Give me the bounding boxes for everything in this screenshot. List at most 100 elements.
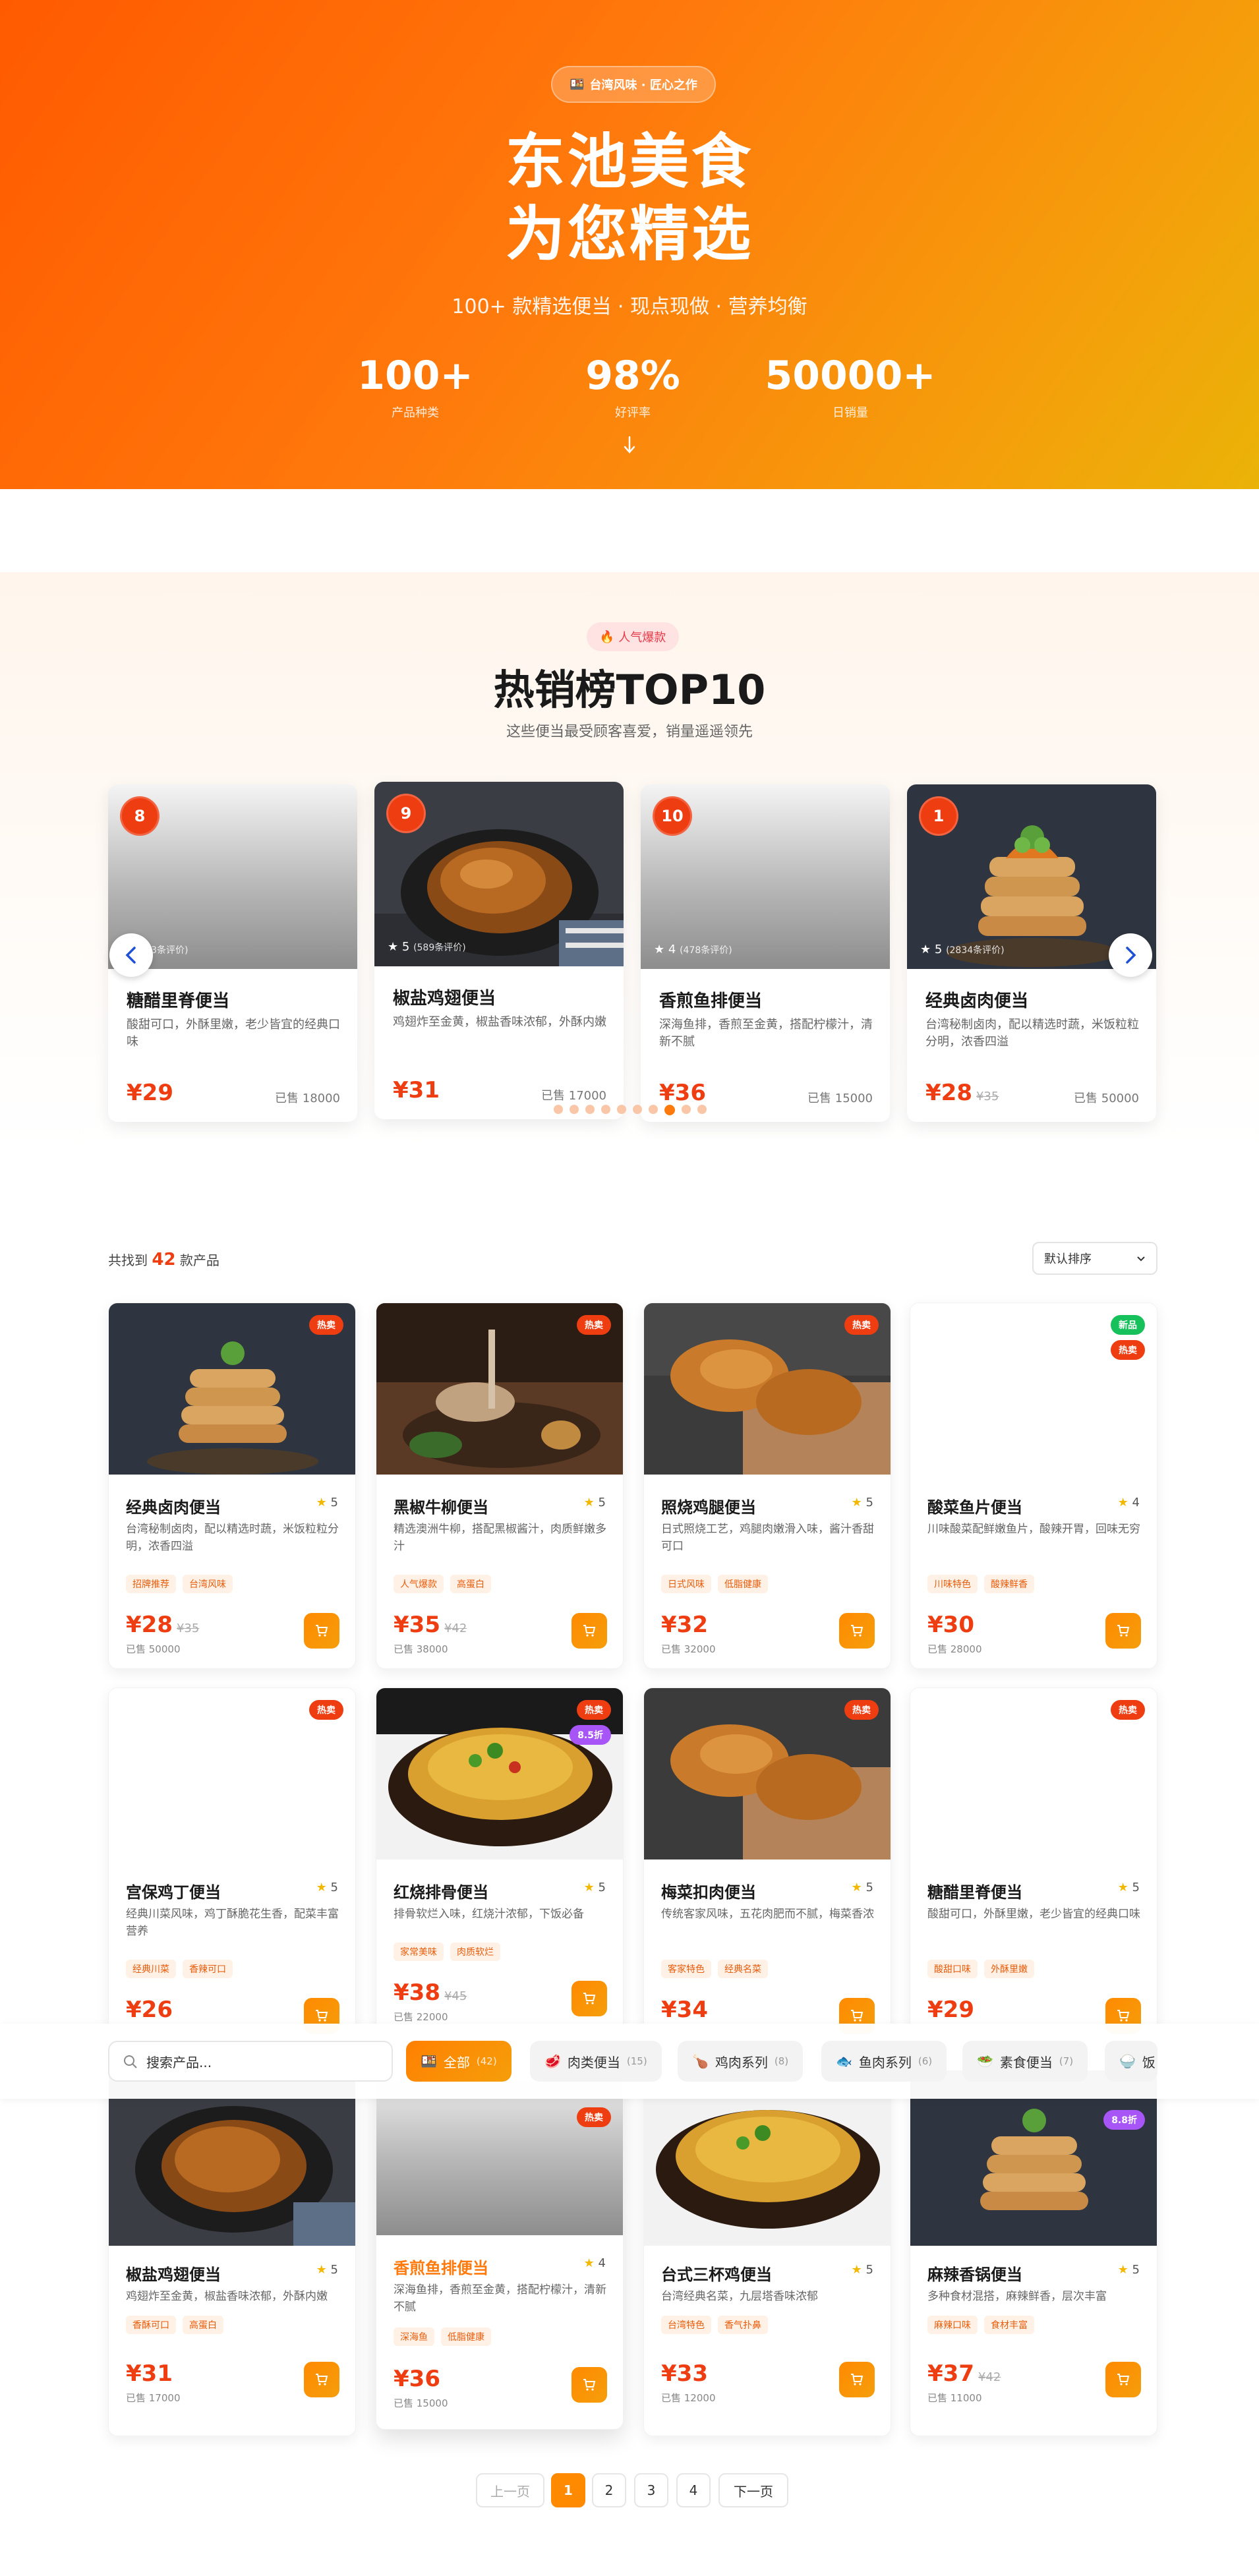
add-to-cart-button[interactable] [1105,1613,1141,1649]
product-price: ¥28 ¥35 [126,1612,199,1638]
card-desc: 台湾秘制卤肉，配以精选时蔬，米饭粒粒分明，浓香四溢 [925,1018,1139,1049]
product-card[interactable]: 热卖 糖醋里脊便当 ★ 5 酸甜可口，外酥里嫩，老少皆宜的经典口味 酸甜口味 外酥… [910,1687,1157,2054]
carousel-dot[interactable] [617,1105,626,1114]
chip-label: 肉类便当 [567,2054,620,2070]
add-to-cart-button[interactable] [571,1981,607,2016]
star-icon: ★ [316,1881,327,1894]
card-name: 椒盐鸡翅便当 [393,989,496,1009]
carousel-dot[interactable] [601,1105,610,1114]
add-to-cart-button[interactable] [304,1613,339,1649]
carousel-next-button[interactable] [1109,933,1152,977]
stat-label: 产品种类 [392,406,439,420]
category-chip-meat[interactable]: 🥩 肉类便当 (15) [530,2041,662,2082]
next-page-button[interactable]: 下一页 [718,2473,788,2507]
product-card[interactable]: 新品 热卖 酸菜鱼片便当 ★ 4 川味酸菜配鲜嫩鱼片，酸辣开胃，回味无穷 川味特… [910,1303,1157,1669]
product-card[interactable]: 热卖 梅菜扣肉便当 ★ 5 传统客家风味，五花肉肥而不腻，梅菜香浓 客家特色 经典… [643,1687,891,2054]
carousel-dot-active[interactable] [664,1105,675,1115]
hot-badge: 热卖 [844,1700,879,1720]
tag: 日式风味 [661,1575,711,1593]
product-rating: ★ 5 [1118,2263,1140,2277]
sold-count: 已售 15000 [807,1092,873,1105]
hot-badge-label: 人气爆款 [618,631,666,645]
product-desc: 酸甜可口，外酥里嫩，老少皆宜的经典口味 [927,1908,1140,1921]
add-to-cart-button[interactable] [571,2367,607,2403]
sold-count: 已售 18000 [275,1092,340,1105]
price-value: ¥37 [927,2360,974,2387]
product-card-hovered[interactable]: 热卖 香煎鱼排便当 ★ 4 深海鱼排，香煎至金黄，搭配柠檬汁，清新不腻 深海鱼低… [376,2063,624,2430]
product-tags: 日式风味 低脂健康 [661,1575,768,1593]
add-to-cart-button[interactable] [839,1613,875,1649]
carousel-dot[interactable] [697,1105,707,1114]
drumstick-icon: 🍗 [692,2053,709,2069]
rating-value: 5 [598,1496,606,1509]
hot-badge: 热卖 [309,1315,343,1335]
product-price: ¥37 ¥42 [927,2360,1001,2387]
rating-value: 4 [668,943,676,956]
add-to-cart-button[interactable] [839,2362,875,2397]
search-input[interactable]: 搜索产品... [108,2041,393,2082]
carousel-dot[interactable] [633,1105,642,1114]
page-button[interactable]: 3 [634,2473,668,2507]
product-card[interactable]: 椒盐鸡翅便当 ★ 5 鸡翅炸至金黄，椒盐香味浓郁，外酥内嫩 香酥可口 高蛋白 ¥3… [108,2070,356,2436]
sort-select[interactable]: 默认排序 [1032,1242,1157,1275]
price-value: ¥35 [394,1612,440,1638]
scroll-down-icon[interactable] [623,435,636,455]
rating-value: 5 [1132,2263,1140,2277]
product-price: ¥36 [394,2366,444,2392]
page-button-current[interactable]: 1 [551,2473,585,2507]
product-card[interactable]: 台式三杯鸡便当 ★ 5 台湾经典名菜，九层塔香味浓郁 台湾特色 香气扑鼻 ¥33 … [643,2070,891,2436]
price-value: ¥32 [661,1612,708,1638]
carousel-dot[interactable] [649,1105,658,1114]
add-to-cart-button[interactable] [1105,2362,1141,2397]
product-card[interactable]: 8.8折 麻辣香锅便当 ★ 5 多种食材混搭，麻辣鲜香，层次丰富 麻辣口味 食材丰… [910,2070,1157,2436]
product-price: ¥34 [661,1997,712,2023]
product-desc: 经典川菜风味，鸡丁酥脆花生香，配菜丰富营养 [126,1908,339,1938]
tag: 客家特色 [661,1960,711,1978]
page-button[interactable]: 4 [676,2473,711,2507]
product-tags: 酸甜口味 外酥里嫩 [927,1960,1034,1978]
category-chip-chicken[interactable]: 🍗 鸡肉系列 (8) [678,2041,804,2082]
discount-badge: 8.5折 [570,1725,611,1745]
hot-card[interactable]: 9 ★ 5 (589条评价) 椒盐鸡翅便当 鸡翅炸至金黄，椒盐香味浓郁，外酥内嫩… [374,782,624,1119]
hot-card[interactable]: 10 ★ 4 (478条评价) 香煎鱼排便当 深海鱼排，香煎至金黄，搭配柠檬汁，… [641,784,890,1122]
cart-icon [316,2374,328,2386]
product-card[interactable]: 热卖 8.5折 红烧排骨便当 ★ 5 排骨软烂入味，红烧汁浓郁，下饭必备 家常美… [376,1687,624,2054]
product-card[interactable]: 热卖 照烧鸡腿便当 ★ 5 日式照烧工艺，鸡腿肉嫩滑入味，酱汁香甜可口 日式风味… [643,1303,891,1669]
product-rating: ★ 5 [852,2263,873,2277]
star-icon: ★ [1117,1881,1128,1894]
add-to-cart-button[interactable] [571,1613,607,1649]
hero-subtitle: 100+ 款精选便当 · 现点现做 · 营养均衡 [452,295,807,318]
category-filter-bar: 搜索产品... 🍱 全部 (42) 🥩 肉类便当 (15) 🍗 鸡肉系列 (8)… [0,2024,1259,2099]
category-chip-fish[interactable]: 🐟 鱼肉系列 (6) [821,2041,947,2082]
product-card[interactable]: 热卖 黑椒牛柳便当 ★ 5 精选澳洲牛柳，搭配黑椒酱汁，肉质鲜嫩多汁 人气爆款高… [376,1303,624,1669]
card-price: ¥28 ¥35 [925,1080,999,1106]
category-chip-all[interactable]: 🍱 全部 (42) [406,2041,512,2082]
add-to-cart-button[interactable] [304,2362,339,2397]
carousel-prev-button[interactable] [109,933,153,977]
hero-title-line2: 为您精选 [506,200,753,269]
star-icon: ★ [1117,1496,1128,1509]
prev-page-button[interactable]: 上一页 [476,2473,544,2507]
star-icon: ★ [1117,2263,1128,2277]
product-name: 椒盐鸡翅便当 [126,2266,221,2284]
product-card[interactable]: 热卖 宫保鸡丁便当 ★ 5 经典川菜风味，鸡丁酥脆花生香，配菜丰富营养 经典川菜… [108,1687,356,2054]
discount-badge: 8.8折 [1103,2110,1145,2130]
category-chip-veggie[interactable]: 🥗 素食便当 (7) [962,2041,1088,2082]
result-suffix: 款产品 [179,1252,220,1268]
category-chip-rice[interactable]: 🍚 饭 [1105,2041,1157,2082]
star-icon: ★ [654,943,665,956]
hero-banner: 🍱 台湾风味 · 匠心之作 东池美食 为您精选 100+ 款精选便当 · 现点现… [0,0,1259,489]
carousel-dot[interactable] [585,1105,595,1114]
carousel-dot[interactable] [554,1105,563,1114]
rating-line: ★ 5 (589条评价) [388,940,466,954]
price-value: ¥26 [126,1997,173,2023]
page-button[interactable]: 2 [592,2473,626,2507]
product-tags: 川味特色 酸辣鲜香 [927,1575,1034,1593]
tag: 台湾特色 [661,2316,711,2334]
carousel-dot[interactable] [570,1105,579,1114]
fish-icon: 🐟 [836,2053,852,2069]
star-icon: ★ [851,1496,862,1509]
product-desc: 排骨软烂入味，红烧汁浓郁，下饭必备 [394,1908,584,1921]
product-card[interactable]: 热卖 经典卤肉便当 ★ 5 台湾秘制卤肉，配以精选时蔬，米饭粒粒分明，浓香四溢 … [108,1303,356,1669]
carousel-dot[interactable] [682,1105,691,1114]
